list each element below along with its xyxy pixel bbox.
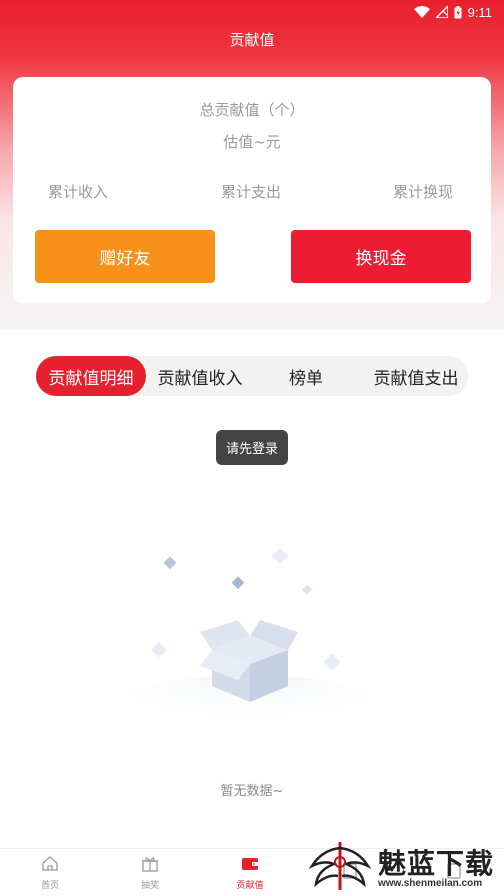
estimated-value-label: 估值~元 [223,133,281,151]
empty-state-text: 暂无数据~ [220,784,284,799]
nav-lottery-label: 抽奖 [140,881,159,891]
nav-lottery[interactable]: 抽奖 [100,849,200,896]
empty-box-illustration [100,540,400,755]
signal-icon [435,6,448,18]
nav-home[interactable]: 首页 [0,849,100,896]
login-toast: 请先登录 [216,430,288,465]
nav-contribution-label: 贡献值 [236,881,264,891]
gift-friend-button[interactable]: 赠好友 [35,230,215,283]
stat-total-income: 累计收入 [48,183,109,201]
watermark-url: www.shenmeilan.com [378,878,483,889]
wallet-icon [241,855,259,876]
status-bar: 9:11 [0,0,504,24]
site-watermark: 魅蓝下载 www.shenmeilan.com [300,836,504,896]
battery-icon [454,5,462,19]
cash-out-button[interactable]: 换现金 [291,230,471,283]
page-title: 贡献值 [229,30,275,49]
tab-bar: 贡献值明细 贡献值收入 榜单 贡献值支出 [36,356,468,396]
dragon-logo-icon [304,840,376,896]
wifi-icon [413,6,430,18]
status-time: 9:11 [467,4,492,20]
home-icon [41,855,59,876]
summary-card: 总贡献值（个） 估值~元 累计收入 累计支出 累计换现 赠好友 换现金 [13,77,491,303]
stat-total-expense: 累计支出 [221,183,282,201]
watermark-title: 魅蓝下载 [378,847,495,880]
tab-contribution-income[interactable]: 贡献值收入 [148,356,252,396]
tab-ranking[interactable]: 榜单 [258,356,354,396]
stat-total-cashout: 累计换现 [393,183,454,201]
tab-contribution-detail[interactable]: 贡献值明细 [36,356,146,396]
stats-row: 累计收入 累计支出 累计换现 [13,181,491,205]
total-contribution-label: 总贡献值（个） [199,101,305,119]
nav-contribution[interactable]: 贡献值 [200,849,300,896]
tab-contribution-expense[interactable]: 贡献值支出 [361,356,471,396]
nav-home-label: 首页 [40,881,59,891]
gift-icon [141,855,159,876]
